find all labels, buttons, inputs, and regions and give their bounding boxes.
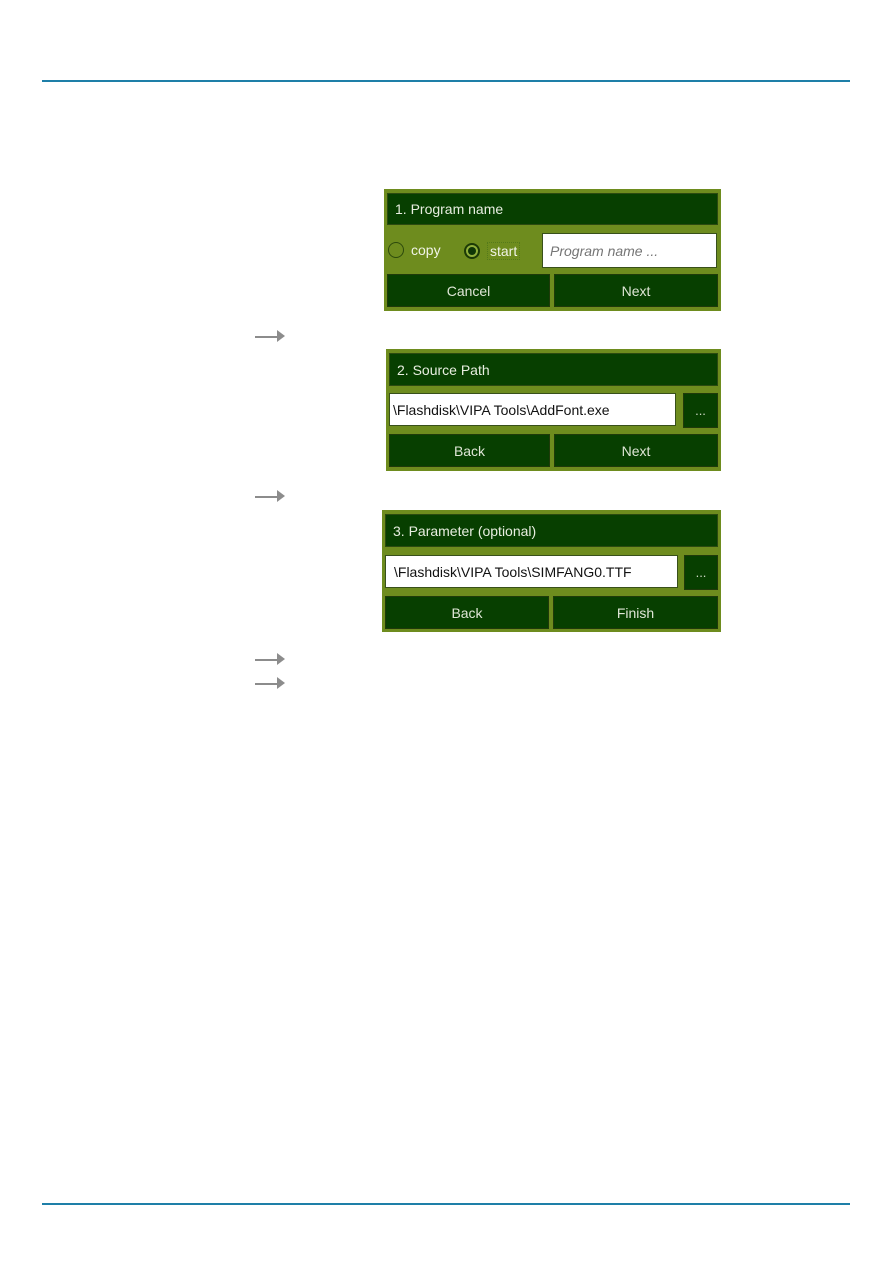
arrow-right-icon <box>255 676 287 690</box>
parameter-input[interactable]: \Flashdisk\VIPA Tools\SIMFANG0.TTF <box>385 555 678 588</box>
footer-rule <box>42 1203 850 1205</box>
radio-copy[interactable]: copy <box>388 242 441 258</box>
program-name-dialog: 1. Program name copy start Cancel Next <box>384 189 721 311</box>
header-rule <box>42 80 850 82</box>
source-path-input[interactable]: \Flashdisk\VIPA Tools\AddFont.exe <box>389 393 676 426</box>
parameter-dialog: 3. Parameter (optional) \Flashdisk\VIPA … <box>382 510 721 632</box>
radio-label: copy <box>411 242 441 258</box>
arrow-right-icon <box>255 329 287 343</box>
dialog-title: 2. Source Path <box>389 353 718 386</box>
next-button[interactable]: Next <box>554 434 718 467</box>
dialog-title: 1. Program name <box>387 193 718 225</box>
back-button[interactable]: Back <box>389 434 550 467</box>
radio-start[interactable]: start <box>464 242 521 260</box>
back-button[interactable]: Back <box>385 596 549 629</box>
radio-circle-icon <box>388 242 404 258</box>
browse-button[interactable]: ... <box>683 393 718 428</box>
program-name-input[interactable] <box>542 233 717 268</box>
arrow-right-icon <box>255 489 287 503</box>
radio-selected-icon <box>464 243 480 259</box>
finish-button[interactable]: Finish <box>553 596 718 629</box>
next-button[interactable]: Next <box>554 274 718 307</box>
dialog-title: 3. Parameter (optional) <box>385 514 718 547</box>
source-path-dialog: 2. Source Path \Flashdisk\VIPA Tools\Add… <box>386 349 721 471</box>
cancel-button[interactable]: Cancel <box>387 274 550 307</box>
browse-button[interactable]: ... <box>684 555 718 590</box>
radio-label: start <box>487 242 521 260</box>
arrow-right-icon <box>255 652 287 666</box>
